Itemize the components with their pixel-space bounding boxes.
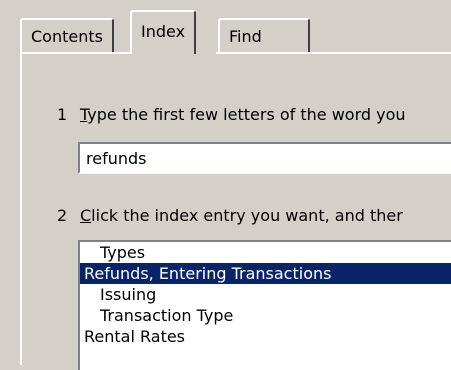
index-entry[interactable]: Transaction Type bbox=[80, 305, 451, 326]
panel-border bbox=[20, 52, 22, 365]
tab-border bbox=[20, 52, 132, 54]
tab-strip: Contents Find Index bbox=[0, 0, 451, 62]
index-entry[interactable]: Issuing bbox=[80, 284, 451, 305]
step-text: ype the first few letters of the word yo… bbox=[87, 105, 406, 124]
index-entry[interactable]: Rental Rates bbox=[80, 326, 451, 347]
tab-index[interactable]: Index bbox=[130, 10, 197, 54]
index-list[interactable]: Types Refunds, Entering Transactions Iss… bbox=[78, 240, 451, 370]
step-number: 2 bbox=[57, 206, 68, 225]
step-number: 1 bbox=[57, 105, 68, 124]
tab-find[interactable]: Find bbox=[218, 18, 310, 52]
index-search-input[interactable] bbox=[78, 142, 451, 174]
step-mnemonic: C bbox=[80, 206, 92, 225]
step-2-instruction: 2 Click the index entry you want, and the… bbox=[57, 206, 403, 225]
tab-contents[interactable]: Contents bbox=[20, 18, 114, 52]
tab-border bbox=[216, 52, 451, 54]
step-1-instruction: 1 Type the first few letters of the word … bbox=[57, 105, 406, 124]
step-text: lick the index entry you want, and ther bbox=[91, 206, 403, 225]
index-entry-selected[interactable]: Refunds, Entering Transactions bbox=[80, 263, 451, 284]
index-entry[interactable]: Types bbox=[80, 242, 451, 263]
